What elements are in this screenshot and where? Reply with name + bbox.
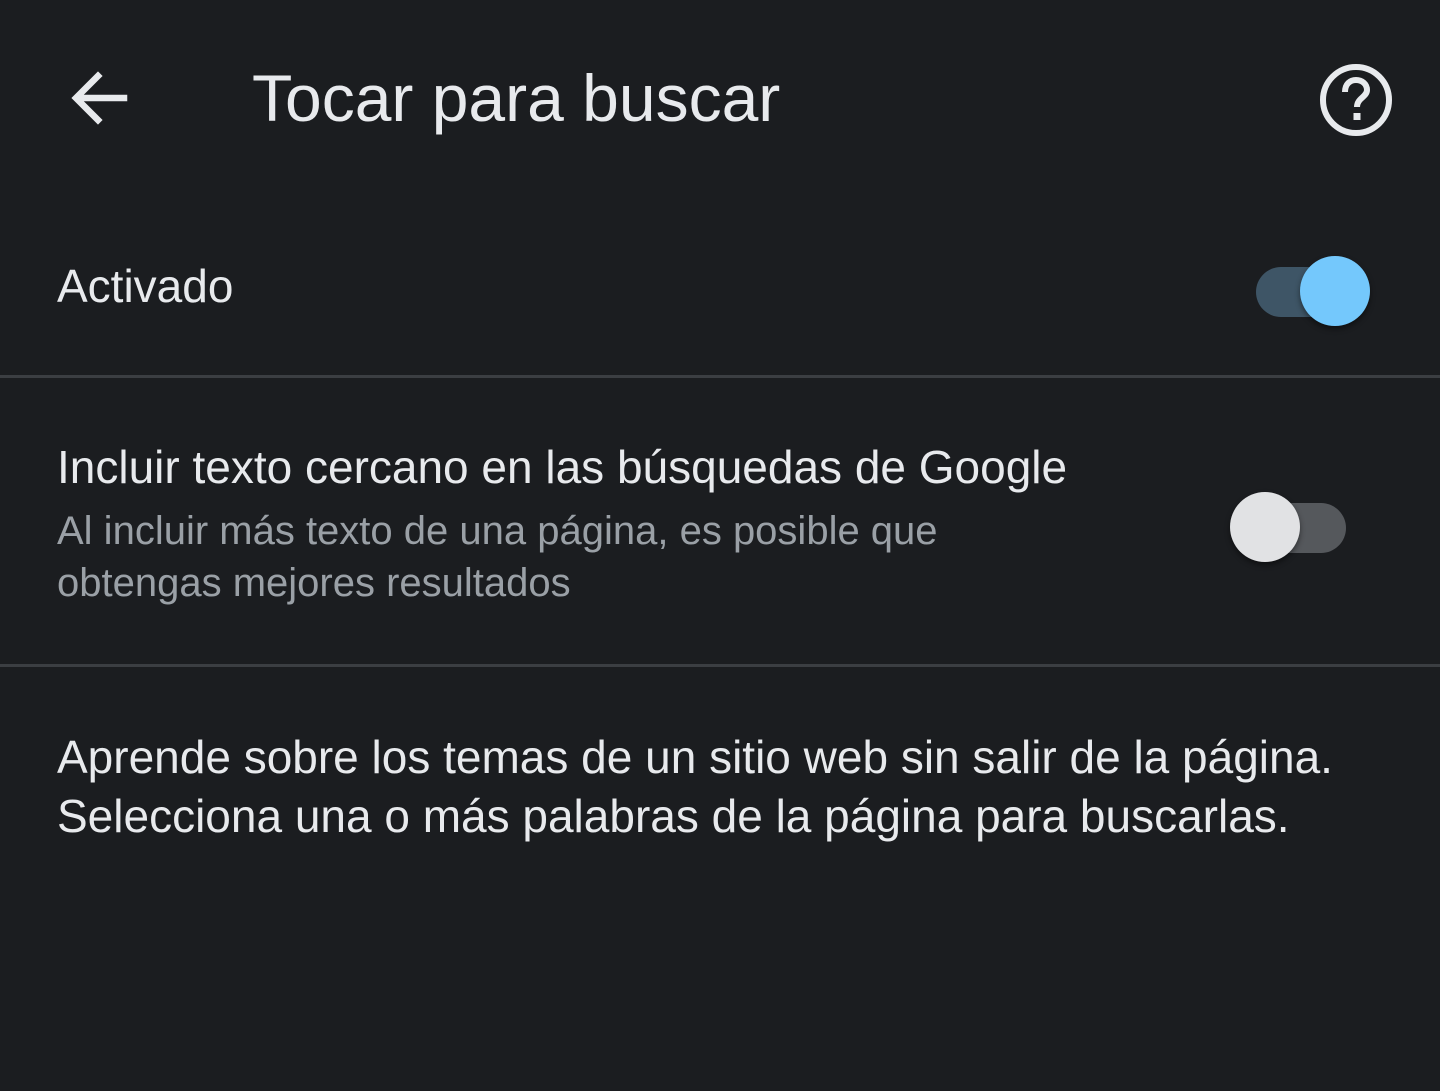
- page-title: Tocar para buscar: [252, 61, 781, 135]
- feature-description: Aprende sobre los temas de un sitio web …: [57, 731, 1333, 842]
- nearby-text-switch-thumb: [1230, 492, 1300, 562]
- enabled-switch[interactable]: [1252, 246, 1372, 326]
- nearby-text-switch[interactable]: [1230, 482, 1350, 562]
- setting-enabled-label: Activado: [57, 260, 234, 312]
- setting-nearby-text-label: Incluir texto cercano en las búsquedas d…: [57, 441, 1068, 493]
- enabled-switch-thumb: [1300, 256, 1370, 326]
- setting-row-enabled[interactable]: Activado: [0, 196, 1440, 376]
- arrow-left-icon: [71, 71, 128, 125]
- setting-nearby-text-summary: Al incluir más texto de una página, es p…: [57, 509, 938, 605]
- divider: [0, 664, 1440, 667]
- back-button[interactable]: [50, 50, 146, 146]
- settings-screen: Tocar para buscar Activado Incluir texto…: [0, 0, 1440, 1091]
- toolbar: Tocar para buscar: [0, 0, 1440, 196]
- help-circle-icon: [1320, 64, 1392, 136]
- setting-row-nearby-text[interactable]: Incluir texto cercano en las búsquedas d…: [0, 378, 1440, 665]
- help-button[interactable]: [1306, 50, 1406, 150]
